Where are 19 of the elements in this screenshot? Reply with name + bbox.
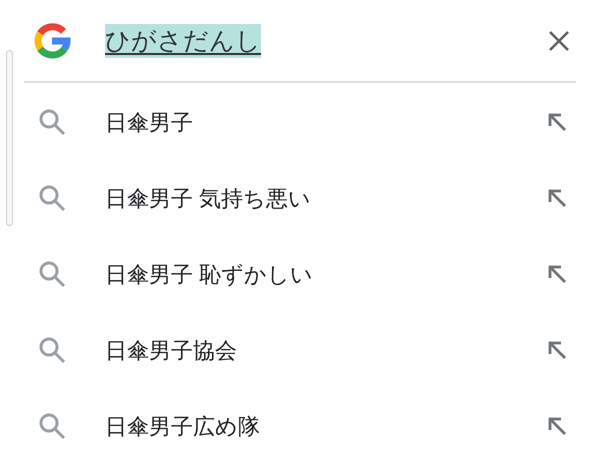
close-icon[interactable] <box>548 30 570 52</box>
search-icon <box>38 184 66 212</box>
scrollbar[interactable] <box>6 50 13 226</box>
suggestion-text[interactable]: 日傘男子 気持ち悪い <box>105 182 547 214</box>
suggestion-text[interactable]: 日傘男子広め隊 <box>105 410 547 442</box>
search-field[interactable]: ひがさだんし <box>105 24 548 58</box>
arrow-up-left-icon[interactable] <box>547 112 567 132</box>
search-icon <box>38 260 66 288</box>
search-icon <box>38 336 66 364</box>
arrow-up-left-icon[interactable] <box>547 340 567 360</box>
suggestion-text[interactable]: 日傘男子 恥ずかしい <box>105 258 547 290</box>
arrow-up-left-icon[interactable] <box>547 416 567 436</box>
google-logo-icon <box>33 22 71 60</box>
suggestion-text[interactable]: 日傘男子協会 <box>105 334 547 366</box>
suggestion-text[interactable]: 日傘男子 <box>105 106 547 138</box>
arrow-up-left-icon[interactable] <box>547 264 567 284</box>
search-icon <box>38 412 66 440</box>
arrow-up-left-icon[interactable] <box>547 188 567 208</box>
search-icon <box>38 108 66 136</box>
